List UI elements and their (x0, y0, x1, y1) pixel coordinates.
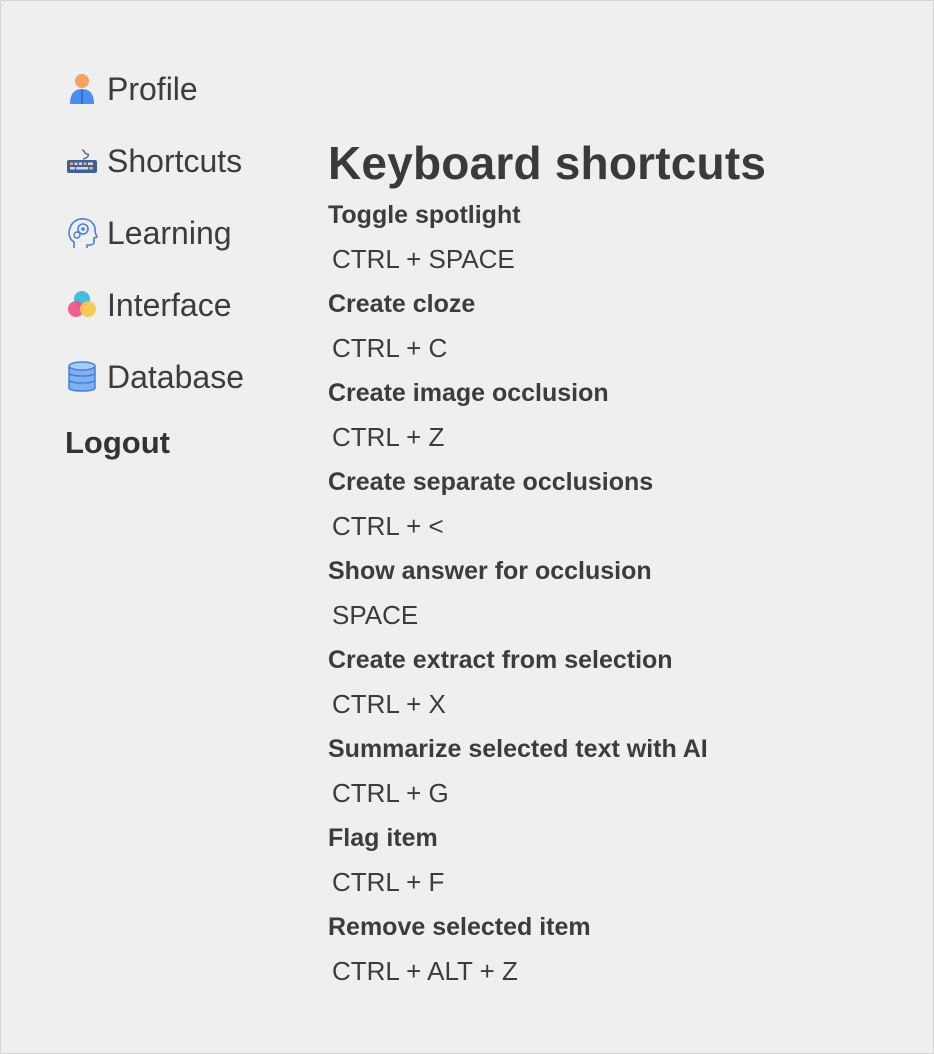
settings-window: Profile Shortcuts Learning Interface Dat… (0, 0, 934, 1054)
sidebar-item-learning[interactable]: Learning (65, 205, 295, 261)
settings-sidebar: Profile Shortcuts Learning Interface Dat… (65, 61, 295, 465)
shortcut-label: Flag item (328, 824, 438, 852)
sidebar-item-label: Database (107, 358, 244, 395)
logout-button[interactable]: Logout (65, 421, 295, 465)
page-title: Keyboard shortcuts (328, 137, 767, 189)
shortcut-keys: CTRL + C (332, 333, 448, 363)
shortcut-label: Toggle spotlight (328, 201, 521, 229)
shortcut-item: Create separate occlusions CTRL + < (328, 460, 908, 549)
shortcut-label: Remove selected item (328, 913, 591, 941)
shortcuts-panel: Keyboard shortcuts Toggle spotlight CTRL… (328, 133, 908, 994)
shortcut-keys: CTRL + Z (332, 422, 445, 452)
sidebar-item-label: Learning (107, 214, 232, 251)
shortcut-keys: CTRL + G (332, 778, 449, 808)
shortcut-item: Remove selected item CTRL + ALT + Z (328, 905, 908, 994)
shortcut-keys: CTRL + < (332, 511, 444, 541)
sidebar-item-label: Interface (107, 286, 232, 323)
shortcut-keys: CTRL + SPACE (332, 244, 515, 274)
shortcut-label: Create separate occlusions (328, 468, 654, 496)
shortcut-item: Create extract from selection CTRL + X (328, 638, 908, 727)
shortcut-label: Summarize selected text with AI (328, 735, 708, 763)
database-icon (65, 360, 99, 394)
sidebar-item-profile[interactable]: Profile (65, 61, 295, 117)
shortcut-keys: CTRL + X (332, 689, 446, 719)
sidebar-item-label: Shortcuts (107, 142, 243, 179)
brain-gear-icon (65, 216, 99, 250)
shortcut-keys: CTRL + ALT + Z (332, 956, 518, 986)
person-icon (65, 72, 99, 106)
shortcut-item: Show answer for occlusion SPACE (328, 549, 908, 638)
shortcut-label: Create image occlusion (328, 379, 609, 407)
shortcut-item: Create cloze CTRL + C (328, 282, 908, 371)
shortcut-item: Flag item CTRL + F (328, 816, 908, 905)
shortcut-item: Summarize selected text with AI CTRL + G (328, 727, 908, 816)
shortcut-item: Create image occlusion CTRL + Z (328, 371, 908, 460)
sidebar-item-shortcuts[interactable]: Shortcuts (65, 133, 295, 189)
shortcut-item: Toggle spotlight CTRL + SPACE (328, 193, 908, 282)
keyboard-icon (65, 144, 99, 178)
color-circles-icon (65, 288, 99, 322)
shortcut-keys: SPACE (332, 600, 419, 630)
sidebar-item-label: Profile (107, 70, 198, 107)
shortcut-label: Show answer for occlusion (328, 557, 652, 585)
shortcut-label: Create extract from selection (328, 646, 673, 674)
sidebar-item-database[interactable]: Database (65, 349, 295, 405)
sidebar-item-interface[interactable]: Interface (65, 277, 295, 333)
shortcut-label: Create cloze (328, 290, 476, 318)
shortcut-keys: CTRL + F (332, 867, 445, 897)
